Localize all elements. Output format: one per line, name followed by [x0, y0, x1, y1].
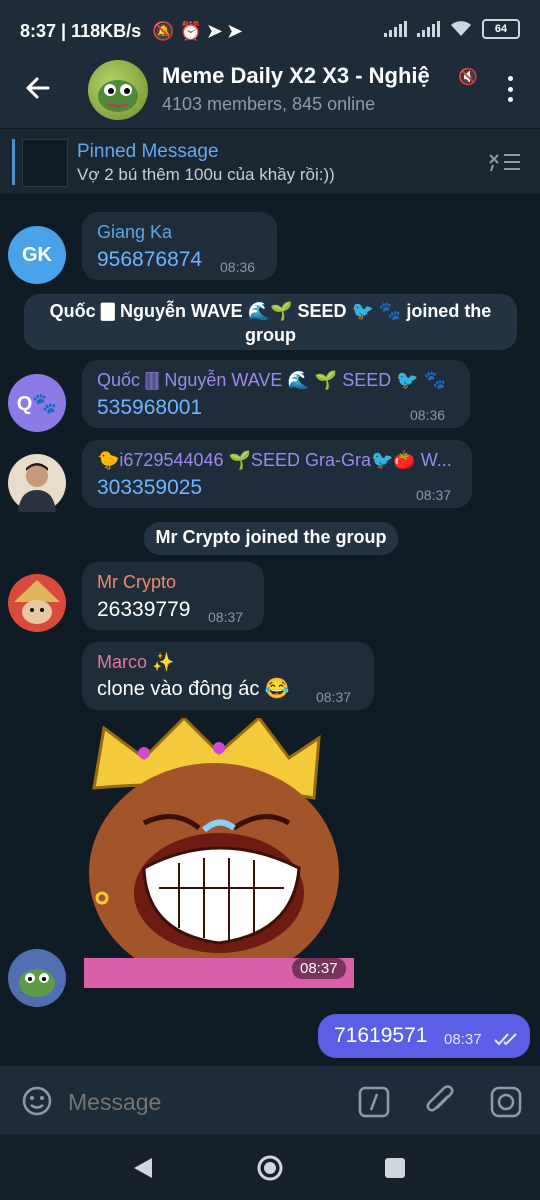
nav-recents-icon[interactable] [384, 1157, 406, 1179]
system-message: Quốc 🀫 Nguyễn WAVE 🌊🌱 SEED 🐦 🐾 joined th… [24, 294, 517, 350]
avatar[interactable] [8, 454, 66, 512]
signal-icon [384, 21, 407, 37]
outgoing-message-bubble[interactable]: 71619571 08:37 [318, 1014, 530, 1058]
message-time: 08:37 [208, 609, 244, 625]
message-bubble[interactable]: Quốc 🀫 Nguyễn WAVE 🌊 🌱 SEED 🐦 🐾 53596800… [82, 360, 470, 428]
message-text[interactable]: 956876874 [97, 248, 202, 272]
pinned-text: Vợ 2 bú thêm 100u của khầy rồi:)) [77, 165, 335, 184]
avatar[interactable] [8, 574, 66, 632]
bot-commands-icon[interactable] [358, 1086, 390, 1118]
nav-back-icon[interactable] [132, 1156, 154, 1180]
message-input-bar [0, 1066, 540, 1134]
group-avatar[interactable] [88, 60, 148, 120]
laughing-king-sticker-icon [84, 715, 354, 988]
outgoing-text[interactable]: 71619571 [334, 1024, 427, 1048]
telegram-icon: ➤ [207, 21, 223, 41]
message-input[interactable] [66, 1084, 340, 1120]
back-arrow-icon[interactable] [24, 74, 52, 102]
message-text[interactable]: 303359025 [97, 476, 202, 500]
pin-indicator [12, 139, 15, 185]
message-bubble[interactable]: Marco ✨ clone vào đông ác 😂 08:37 [82, 642, 374, 710]
sticker-image[interactable]: 08:37 [84, 715, 354, 988]
pinned-message-bar[interactable]: Pinned Message Vợ 2 bú thêm 100u của khầ… [0, 128, 540, 195]
mute-icon: 🔕 [152, 21, 175, 41]
read-checkmarks-icon [494, 1033, 517, 1046]
sender-name[interactable]: Marco ✨ [97, 652, 174, 673]
sender-name[interactable]: Quốc 🀫 Nguyễn WAVE 🌊 🌱 SEED 🐦 🐾 [97, 370, 446, 391]
message-text[interactable]: clone vào đông ác 😂 [97, 676, 290, 701]
camera-icon[interactable] [490, 1086, 522, 1118]
message-time: 08:36 [220, 259, 256, 275]
outgoing-time: 08:37 [444, 1031, 482, 1048]
telegram-icon-2: ➤ [227, 21, 243, 41]
battery-icon: 64 [482, 19, 520, 39]
sender-name[interactable]: 🐤i6729544046 🌱SEED Gra-Gra🐦🍅 W... [97, 450, 452, 471]
sticker-time: 08:37 [292, 958, 346, 979]
pinned-title: Pinned Message [77, 141, 219, 162]
chat-header: Meme Daily X2 X3 - Nghiệ 🔇 4103 members,… [0, 52, 540, 128]
signal-icon-2 [417, 21, 440, 37]
chat-area[interactable]: GK Giang Ka 956876874 08:36 Quốc 🀫 Nguyễ… [0, 194, 540, 1066]
more-menu-icon[interactable] [508, 76, 514, 102]
person-photo-icon [18, 463, 56, 512]
alarm-icon: ⏰ [179, 21, 203, 41]
message-text[interactable]: 26339779 [97, 598, 190, 622]
pinned-thumbnail [22, 139, 68, 187]
system-nav-bar [0, 1134, 540, 1200]
avatar[interactable]: Q🐾 [8, 374, 66, 432]
pepe-icon [98, 80, 138, 112]
nav-home-icon[interactable] [256, 1154, 284, 1182]
message-bubble[interactable]: Giang Ka 956876874 08:36 [82, 212, 277, 280]
status-speed: | 118KB/s [61, 21, 142, 41]
status-time: 8:37 [20, 21, 57, 41]
cat-avatar-icon [14, 580, 60, 624]
avatar[interactable]: GK [8, 226, 66, 284]
sender-name[interactable]: Mr Crypto [97, 572, 176, 593]
muted-icon: 🔇 [458, 69, 478, 86]
pin-list-icon[interactable] [488, 151, 522, 173]
message-bubble[interactable]: 🐤i6729544046 🌱SEED Gra-Gra🐦🍅 W... 303359… [82, 440, 472, 508]
avatar[interactable] [8, 949, 66, 1007]
system-message: Mr Crypto joined the group [144, 522, 398, 555]
pepe-avatar-icon [19, 969, 55, 997]
message-time: 08:37 [416, 487, 452, 503]
message-time: 08:36 [410, 407, 446, 423]
message-time: 08:37 [316, 689, 352, 705]
attach-icon[interactable] [424, 1084, 458, 1118]
member-count: 4103 members, 845 online [162, 94, 376, 114]
message-text[interactable]: 535968001 [97, 396, 202, 420]
wifi-icon [451, 21, 471, 36]
emoji-icon[interactable] [22, 1086, 52, 1116]
group-title[interactable]: Meme Daily X2 X3 - Nghiệ [162, 63, 472, 89]
message-bubble[interactable]: Mr Crypto 26339779 08:37 [82, 562, 264, 630]
sender-name[interactable]: Giang Ka [97, 222, 172, 243]
